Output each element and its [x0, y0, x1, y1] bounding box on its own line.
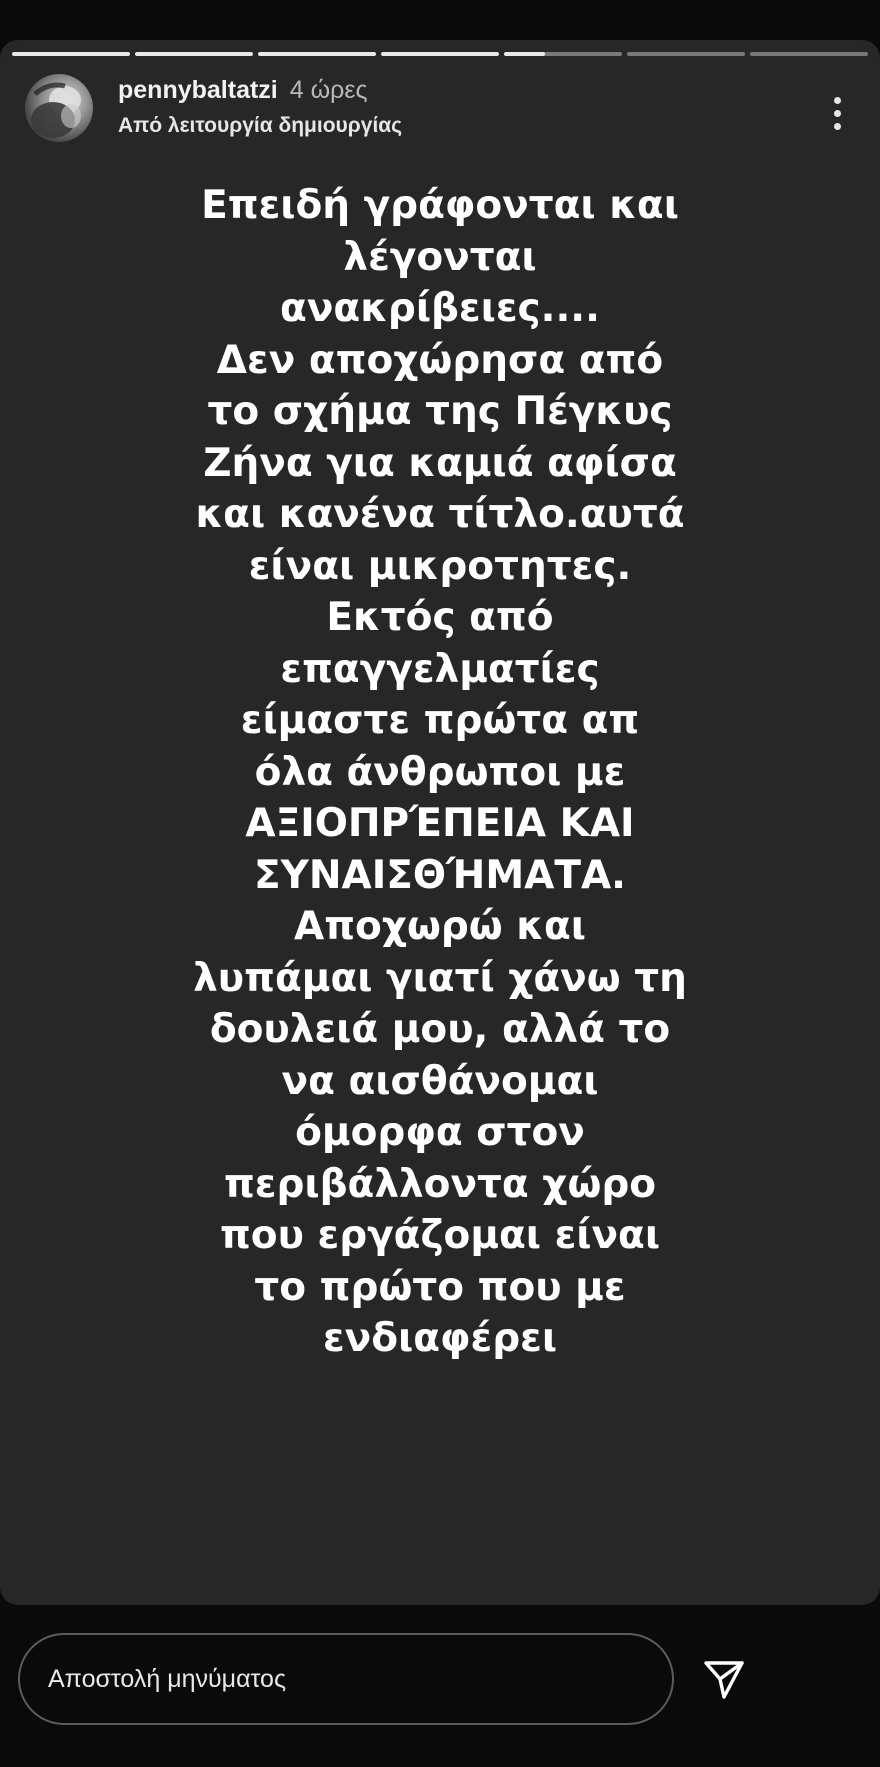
story-text-line: λυπάμαι γιατί χάνω τη — [193, 955, 687, 1001]
progress-segment — [750, 52, 868, 56]
progress-segment — [135, 52, 253, 56]
story-text-line: επαγγελματίες — [280, 646, 600, 692]
progress-segment — [258, 52, 376, 56]
story-text-line: που εργάζομαι είναι — [219, 1213, 661, 1258]
story-text-line: να αισθάνομαι — [281, 1058, 599, 1104]
progress-segment — [504, 52, 622, 56]
story-text-line: περιβάλλοντα χώρο — [223, 1161, 657, 1207]
message-input[interactable] — [18, 1633, 674, 1725]
story-text-line: Εκτός από — [326, 595, 554, 640]
story-text-line: ΣΥΝΑΙΣΘΉΜΑΤΑ. — [254, 852, 626, 898]
story-text-line: δουλειά μου, αλλά το — [209, 1007, 671, 1052]
avatar[interactable] — [25, 74, 93, 142]
more-options-button[interactable] — [822, 88, 852, 138]
story-text-line: είμαστε πρώτα απ — [240, 698, 640, 743]
progress-segment — [12, 52, 130, 56]
story-text-line: και κανένα τίτλο.αυτά — [195, 492, 685, 537]
story-text-line: όμορφα στον — [295, 1110, 585, 1155]
more-vertical-icon — [833, 96, 841, 104]
progress-segment — [627, 52, 745, 56]
story-text-line: Επειδή γράφονται και — [201, 183, 679, 228]
progress-segment — [381, 52, 499, 56]
story-header: pennybaltatzi 4 ώρες Από λειτουργία δημιο… — [0, 68, 880, 158]
story-text-line: Αποχωρώ και — [294, 904, 586, 949]
story-text-line: λέγονται — [343, 234, 537, 280]
story-text-line: όλα άνθρωποι με — [254, 749, 626, 795]
story-text: Επειδή γράφονται και λέγονται ανακρίβειες.… — [60, 180, 820, 1365]
avatar-image — [31, 82, 81, 138]
story-subtitle: Από λειτουργία δημιουργίας — [118, 114, 403, 137]
send-icon — [704, 1661, 744, 1699]
story-text-line: είναι μικροτητες. — [248, 543, 632, 589]
story-meta: pennybaltatzi 4 ώρες Από λειτουργία δημιο… — [118, 74, 402, 138]
story-progress-bar — [12, 52, 868, 56]
story-text-line: το πρώτο που με — [254, 1264, 626, 1310]
story-text-line: Ζήνα για καμιά αφίσα — [203, 440, 677, 486]
story-text-line: ενδιαφέρει — [322, 1316, 558, 1361]
story-card[interactable]: pennybaltatzi 4 ώρες Από λειτουργία δημιο… — [0, 40, 880, 1605]
story-text-line: το σχήμα της Πέγκυς — [207, 389, 673, 434]
post-time: 4 ώρες — [289, 76, 368, 104]
username[interactable]: pennybaltatzi — [118, 76, 278, 104]
story-text-line: ανακρίβειες.... — [280, 286, 600, 331]
story-text-line: Δεν αποχώρησα από — [216, 337, 664, 383]
story-text-line: ΑΞΙΟΠΡΈΠΕΙΑ ΚΑΙ — [245, 801, 635, 846]
send-button[interactable] — [700, 1655, 748, 1703]
reply-bar — [0, 1605, 880, 1767]
